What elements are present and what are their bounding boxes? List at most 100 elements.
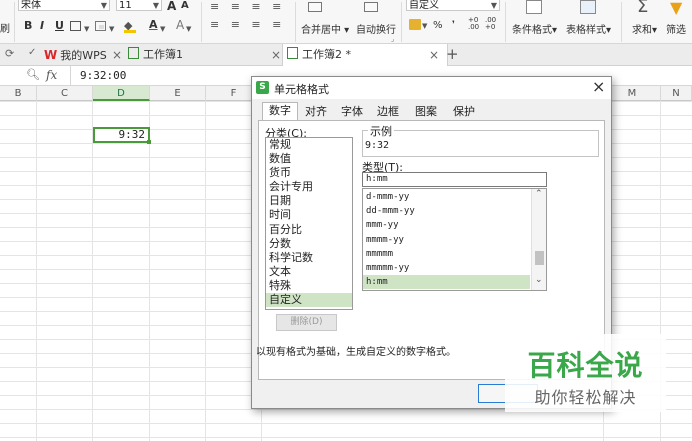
chevron-down-icon[interactable]: ▼: [186, 25, 191, 33]
list-item[interactable]: 特殊: [266, 279, 352, 293]
font-size-select[interactable]: 11 ▼: [116, 0, 162, 11]
number-format-select[interactable]: 自定义 ▼: [406, 0, 500, 11]
pin-icon[interactable]: ✓: [28, 47, 36, 58]
column-header-b[interactable]: B: [0, 86, 37, 101]
chevron-down-icon[interactable]: ⌄: [535, 275, 543, 285]
sample-group: 示例 9:32: [362, 123, 599, 157]
list-item[interactable]: mmmmm: [363, 247, 546, 261]
list-item[interactable]: 会计专用: [266, 180, 352, 194]
column-header-c[interactable]: C: [37, 86, 93, 101]
sum-button[interactable]: 求和▾: [632, 21, 657, 36]
tab-alignment[interactable]: 对齐: [300, 104, 332, 120]
list-item-selected[interactable]: 自定义: [266, 293, 352, 308]
fill-handle[interactable]: [147, 140, 151, 144]
sum-icon[interactable]: Σ: [637, 0, 648, 17]
dialog-title-bar[interactable]: S 单元格格式 ×: [252, 77, 611, 99]
horizontal-align-icons[interactable]: ≡ ≡ ≡ ≡: [210, 18, 285, 31]
tab-my-wps[interactable]: W 我的WPS ×: [44, 44, 124, 66]
chevron-down-icon[interactable]: ▼: [109, 25, 114, 33]
list-item[interactable]: 文本: [266, 265, 352, 279]
column-header-d[interactable]: D: [93, 86, 150, 101]
tab-workbook1[interactable]: 工作簿1: [128, 44, 276, 66]
chevron-down-icon: ▼: [100, 1, 107, 10]
list-item[interactable]: 时间: [266, 208, 352, 222]
conditional-format-button[interactable]: 条件格式▾: [512, 21, 557, 36]
italic-button[interactable]: I: [40, 19, 44, 32]
merge-center-icon[interactable]: [308, 2, 322, 12]
conditional-format-icon[interactable]: [526, 0, 542, 14]
column-header-m[interactable]: M: [604, 86, 661, 101]
font-name-select[interactable]: 宋体 ▼: [18, 0, 110, 11]
vertical-align-icons[interactable]: ≡ ≡ ≡ ≡: [210, 0, 285, 13]
grow-font-button[interactable]: A: [167, 0, 176, 13]
list-item[interactable]: 常规: [266, 138, 352, 152]
list-item[interactable]: dd-mmm-yy: [363, 204, 546, 218]
thousands-separator-button[interactable]: ❜: [452, 20, 455, 30]
chevron-down-icon[interactable]: ▼: [160, 25, 165, 33]
refresh-icon[interactable]: ⟳: [5, 47, 14, 60]
list-item-selected[interactable]: h:mm: [363, 275, 530, 290]
spreadsheet-icon: [128, 47, 139, 59]
close-icon[interactable]: ×: [112, 44, 122, 66]
list-item[interactable]: 分数: [266, 237, 352, 251]
active-cell-d[interactable]: 9:32: [93, 127, 150, 143]
cell-style-icon[interactable]: [95, 21, 106, 31]
fx-button[interactable]: fx: [46, 68, 57, 82]
tab-border[interactable]: 边框: [372, 104, 404, 120]
close-icon[interactable]: ×: [592, 77, 605, 96]
new-tab-button[interactable]: +: [446, 45, 459, 63]
border-icon[interactable]: [70, 21, 81, 31]
font-color-button[interactable]: A: [149, 18, 158, 31]
format-list[interactable]: d-mmm-yy dd-mmm-yy mmm-yy mmmm-yy mmmmm …: [362, 188, 547, 291]
zoom-icon[interactable]: 🔍︎: [26, 68, 40, 81]
chevron-down-icon[interactable]: ▼: [422, 22, 427, 30]
chevron-up-icon[interactable]: ⌃: [535, 189, 543, 199]
list-item[interactable]: mmmmm-yy: [363, 261, 546, 275]
tab-workbook2[interactable]: 工作簿2 * ×: [282, 44, 448, 66]
divider: [14, 2, 15, 42]
list-item[interactable]: 数值: [266, 152, 352, 166]
format-painter-label[interactable]: 刷: [0, 20, 10, 35]
currency-icon[interactable]: [409, 19, 421, 30]
merge-center-button[interactable]: 合并居中 ▾: [301, 21, 349, 36]
list-item[interactable]: 百分比: [266, 223, 352, 237]
tab-pattern[interactable]: 图案: [410, 104, 442, 120]
column-header-e[interactable]: E: [150, 86, 206, 101]
divider: [295, 2, 296, 42]
list-item[interactable]: 货币: [266, 166, 352, 180]
bold-button[interactable]: B: [24, 19, 32, 32]
gridline: [149, 101, 150, 441]
category-list[interactable]: 常规 数值 货币 会计专用 日期 时间 百分比 分数 科学记数 文本 特殊 自定…: [265, 137, 353, 310]
close-icon[interactable]: ×: [429, 44, 439, 66]
tab-protection[interactable]: 保护: [448, 104, 480, 120]
table-style-icon[interactable]: [580, 0, 596, 14]
table-style-button[interactable]: 表格样式▾: [566, 21, 611, 36]
list-item[interactable]: 科学记数: [266, 251, 352, 265]
underline-button[interactable]: U: [55, 19, 64, 32]
dialog-launcher-icon[interactable]: ⌟: [391, 35, 394, 43]
column-header-n[interactable]: N: [661, 86, 692, 101]
tab-number[interactable]: 数字: [262, 102, 298, 122]
delete-button[interactable]: 删除(D): [276, 314, 337, 331]
list-item[interactable]: d-mmm-yy: [363, 190, 546, 204]
scrollbar-thumb[interactable]: [535, 251, 544, 265]
clear-format-icon[interactable]: A: [176, 18, 184, 32]
list-item[interactable]: 日期: [266, 194, 352, 208]
shrink-font-button[interactable]: A: [181, 0, 189, 11]
sample-value: 9:32: [365, 140, 390, 151]
filter-button[interactable]: 筛选: [666, 21, 686, 36]
tab-font[interactable]: 字体: [336, 104, 368, 120]
wrap-text-button[interactable]: 自动换行: [356, 21, 396, 36]
list-item[interactable]: mmmm-yy: [363, 233, 546, 247]
type-input[interactable]: h:mm: [362, 172, 547, 187]
list-item[interactable]: mmm-yy: [363, 218, 546, 232]
filter-icon[interactable]: ▼: [670, 0, 682, 17]
percent-button[interactable]: %: [433, 20, 443, 31]
decrease-decimal-button[interactable]: .00 +0: [485, 17, 496, 31]
chevron-down-icon[interactable]: ▼: [84, 25, 89, 33]
wrap-text-icon[interactable]: [364, 2, 378, 12]
increase-decimal-button[interactable]: +0.00: [468, 17, 479, 31]
format-list-scrollbar[interactable]: ⌃ ⌄: [531, 189, 546, 290]
formula-input[interactable]: 9:32:00: [80, 69, 126, 82]
close-icon[interactable]: ×: [271, 44, 281, 66]
